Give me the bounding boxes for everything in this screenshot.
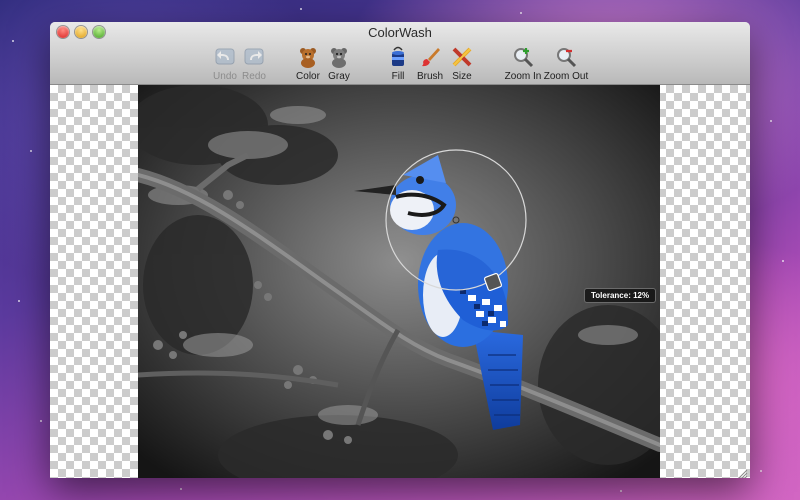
canvas-area[interactable]: Tolerance: 12% [50, 85, 750, 478]
brush-icon [419, 46, 441, 68]
app-window: ColorWash Undo Redo Color Gray Fill Brus… [50, 22, 750, 478]
window-title: ColorWash [368, 25, 432, 40]
zoom-out-button[interactable]: Zoom Out [543, 46, 589, 82]
size-button[interactable]: Size [439, 46, 485, 82]
zoom-out-icon [555, 46, 577, 68]
zoom-out-label: Zoom Out [543, 71, 589, 82]
redo-icon [243, 46, 265, 68]
zoom-in-label: Zoom In [504, 71, 542, 82]
redo-button[interactable]: Redo [231, 46, 277, 82]
tolerance-tooltip: Tolerance: 12% [584, 288, 657, 303]
toolbar: ColorWash Undo Redo Color Gray Fill Brus… [50, 22, 750, 85]
photo-canvas[interactable]: Tolerance: 12% [138, 85, 660, 478]
bird-photo [138, 85, 660, 478]
size-label: Size [452, 71, 472, 82]
resize-grip[interactable] [738, 466, 748, 478]
gray-button[interactable]: Gray [316, 46, 362, 82]
gray-bear-icon [328, 46, 350, 68]
zoom-in-button[interactable]: Zoom In [500, 46, 546, 82]
gray-label: Gray [328, 71, 350, 82]
redo-label: Redo [242, 71, 266, 82]
size-icon [451, 46, 473, 68]
zoom-in-icon [512, 46, 534, 68]
paint-bucket-icon [387, 46, 409, 68]
